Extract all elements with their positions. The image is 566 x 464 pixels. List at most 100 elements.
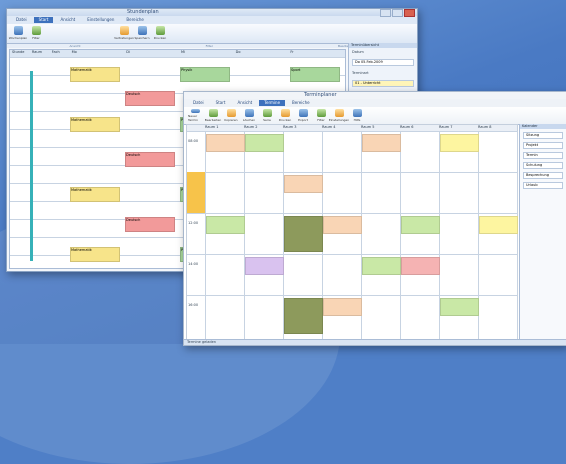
appointment-block[interactable] [479,216,518,234]
tab-start[interactable]: Start [33,17,54,23]
close-button[interactable] [404,9,415,17]
date-label: Datum [352,50,364,54]
tab-ansicht[interactable]: Ansicht [55,17,80,23]
ribbon-button[interactable]: Hilfe [350,109,364,122]
calendar-entry[interactable]: Urlaub [523,182,563,189]
tool-icon [262,109,272,117]
save-icon [137,26,147,35]
type-field[interactable]: 01 - Unterricht [352,80,414,87]
tab-datei[interactable]: Datei [11,17,32,23]
ribbon-button[interactable]: Filter [314,109,328,122]
substitution-button[interactable]: Vertretungen [114,26,134,41]
ribbon-button-label: Neuer Termin [188,114,199,122]
tool-icon [316,109,326,117]
weekplan-button[interactable]: Wochenplan [9,26,27,41]
tab-bereiche[interactable]: Bereiche [287,100,315,106]
ribbon-button-label: Drucken [278,118,292,122]
ribbon: Wochenplan Filter Vertretungen Speichern… [7,24,417,44]
menu-tabs: Datei Start Ansicht Termine Bereiche [184,99,566,107]
ribbon-button[interactable]: Drucken [278,109,292,122]
grid-line [187,254,517,255]
ribbon-button[interactable]: Kopieren [224,109,238,122]
appointment-block[interactable] [323,298,362,316]
appointment-block[interactable] [401,257,440,275]
ribbon: Neuer Termin Bearbeiten Kopieren Löschen Ser… [184,107,566,125]
ribbon-button-label: Hilfe [353,118,361,122]
lesson-block[interactable]: Physik [180,67,230,82]
grid-line [10,57,345,58]
ribbon-button[interactable]: Neuer Termin [188,109,202,122]
tool-icon [208,109,218,117]
time-stripe [30,71,33,261]
tool-icon [352,109,362,117]
appointment-block[interactable] [245,134,284,152]
grid-line [187,131,517,132]
print-button[interactable]: Drucken [153,26,167,41]
appointment-block[interactable] [362,134,401,152]
appointment-block[interactable] [284,216,323,252]
appointment-block[interactable] [323,216,362,234]
lesson-block[interactable]: Sport [290,67,340,82]
minimize-button[interactable] [380,9,391,17]
date-field[interactable]: Do 05.Feb.2009 [352,59,414,66]
filter-button[interactable]: Filter [29,26,43,41]
window-title: Terminplaner [304,92,337,98]
appointment-block[interactable] [440,298,479,316]
menu-tabs: Datei Start Ansicht Einstellungen Bereic… [7,16,417,24]
scheduler-grid: Raum 1 Raum 2 Raum 3 Raum 4 Raum 5 Raum 6 Raum… [186,124,518,341]
ribbon-button[interactable]: Löschen [242,109,256,122]
ribbon-button[interactable]: Einstellungen [329,109,349,122]
grid-line [517,131,518,340]
lesson-block[interactable]: Mathematik [70,247,120,262]
current-time-highlight [187,172,205,213]
entry-list: Sitzung Projekt Termin Schulung Besprechung U… [520,132,566,189]
appointment-area: 08:0010:0012:0014:0016:00 [187,131,518,340]
save-button[interactable]: Speichern [135,26,149,41]
ribbon-button[interactable]: Export [296,109,310,122]
time-label: 12:00 [188,221,199,225]
appointment-block[interactable] [206,216,245,234]
calendar-panel: Kalender Sitzung Projekt Termin Schulung Bes… [519,124,566,345]
appointment-block[interactable] [284,175,323,193]
maximize-button[interactable] [392,9,403,17]
calendar-entry[interactable]: Termin [523,152,563,159]
lesson-block[interactable]: Deutsch [125,152,175,167]
lesson-block[interactable]: Mathematik [70,117,120,132]
grid-line [187,172,517,173]
ribbon-button[interactable]: Bearbeiten [205,109,221,122]
calendar-entry[interactable]: Projekt [523,142,563,149]
appointment-block[interactable] [362,257,401,275]
tool-icon [280,109,290,117]
filter-icon [31,26,41,35]
ribbon-button[interactable]: Serie [260,109,274,122]
grid-line [244,131,245,340]
ribbon-button-label: Serie [263,118,271,122]
printer-icon [155,26,165,35]
tab-ansicht[interactable]: Ansicht [232,100,257,106]
appointment-block[interactable] [440,134,479,152]
lesson-block[interactable]: Mathematik [70,187,120,202]
ribbon-button-label: Filter [317,118,325,122]
tool-icon [226,109,236,117]
calendar-entry[interactable]: Schulung [523,162,563,169]
lesson-block[interactable]: Mathematik [70,67,120,82]
ribbon-button-label: Kopieren [224,118,238,122]
tab-bereiche[interactable]: Bereiche [121,17,149,23]
tab-einstellungen[interactable]: Einstellungen [82,17,119,23]
calendar-entry[interactable]: Sitzung [523,132,563,139]
tab-datei[interactable]: Datei [188,100,209,106]
title-bar: Stundenplan [7,9,417,17]
appointment-block[interactable] [401,216,440,234]
appointment-block[interactable] [284,298,323,334]
lesson-block[interactable]: Deutsch [125,217,175,232]
appointment-block[interactable] [245,257,284,275]
appointment-block[interactable] [206,134,245,152]
tab-termine[interactable]: Termine [259,100,286,106]
status-bar: Termine geladen [184,339,566,345]
type-label: Terminart [352,71,369,75]
tab-start[interactable]: Start [211,100,231,106]
lesson-block[interactable]: Deutsch [125,91,175,106]
calendar-entry[interactable]: Besprechung [523,172,563,179]
grid-line [187,295,517,296]
time-label: 14:00 [188,262,199,266]
